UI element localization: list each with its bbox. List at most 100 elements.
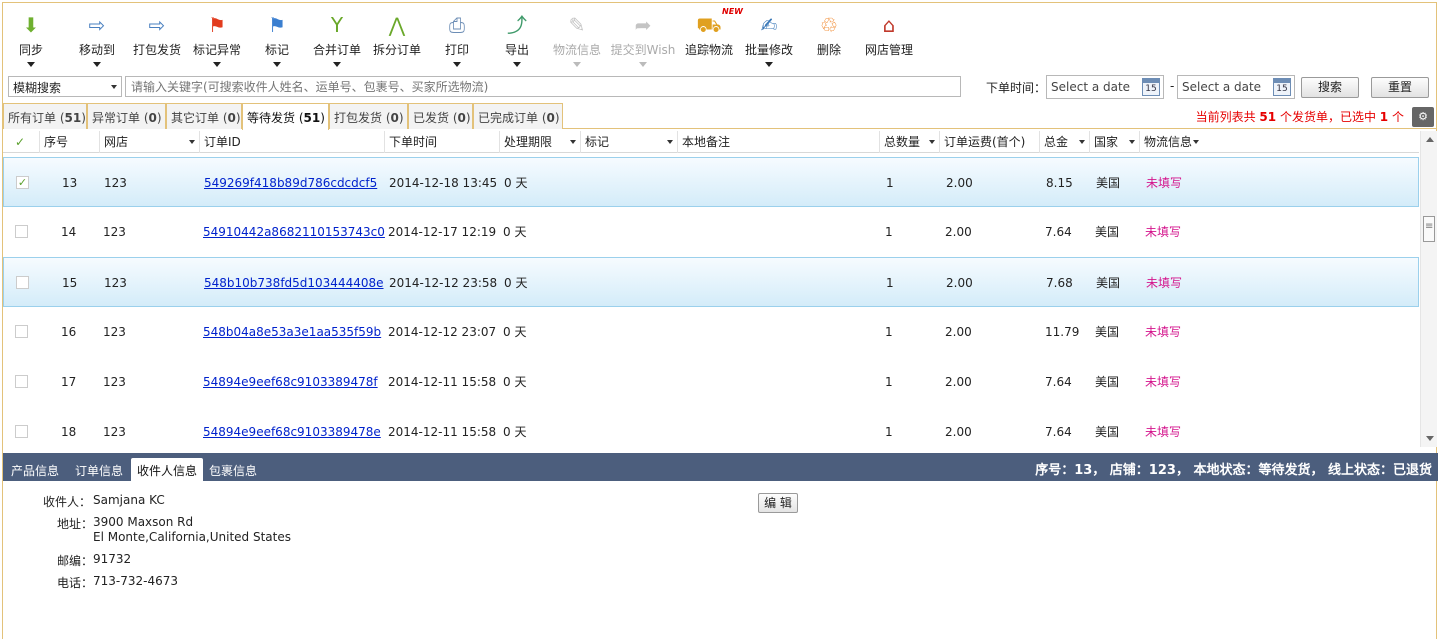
detail-tab-3[interactable]: 收件人信息	[131, 458, 204, 481]
toolbar-button-10[interactable]: ✎ 物流信息	[547, 3, 607, 71]
order-id-link[interactable]: 548b10b738fd5d103444408e	[204, 258, 384, 308]
column-header[interactable]: 国家	[1089, 131, 1139, 153]
cell-shipping: 2.00	[945, 225, 972, 239]
toolbar-button-13[interactable]: ✍ 批量修改	[739, 3, 799, 71]
toolbar-button-8[interactable]: ⎙ 打印	[427, 3, 487, 71]
toolbar-button-7[interactable]: ⋀ 拆分订单	[367, 3, 427, 71]
row-checkbox[interactable]	[15, 225, 28, 238]
order-id-link[interactable]: 54894e9eef68c9103389478e	[203, 407, 381, 447]
table-row[interactable]: 17 123 54894e9eef68c9103389478f 2014-12-11 …	[3, 357, 1419, 407]
cell-no: 16	[61, 325, 77, 339]
toolbar-button-3[interactable]: ⇨ 打包发货	[127, 3, 187, 71]
toolbar-button-label: 导出	[504, 43, 529, 57]
dropdown-arrow-icon	[513, 62, 521, 67]
tab-7[interactable]: 已完成订单 (0)	[473, 103, 563, 129]
order-id-link[interactable]: 548b04a8e53a3e1aa535f59b	[203, 307, 381, 357]
column-header[interactable]: 标记	[580, 131, 677, 153]
search-button[interactable]: 搜索	[1301, 77, 1359, 98]
tab-6[interactable]: 已发货 (0)	[408, 103, 473, 129]
address-line1: 3900 Maxson Rd	[93, 515, 194, 529]
logistics-status: 未填写	[1145, 375, 1182, 389]
toolbar-button-14[interactable]: ♲ 删除	[799, 3, 859, 71]
split-icon: ⋀	[388, 13, 406, 37]
sort-dropdown-icon[interactable]	[929, 140, 935, 144]
tab-label: 打包发货 (	[334, 111, 391, 125]
tab-3[interactable]: 其它订单 (0)	[166, 103, 242, 129]
calendar-icon[interactable]: 15	[1273, 78, 1291, 96]
table-row[interactable]: 15 123 548b10b738fd5d103444408e 2014-12-12 …	[3, 257, 1419, 307]
column-header-label: 下单时间	[389, 135, 438, 149]
scroll-down-icon[interactable]	[1426, 436, 1434, 441]
toolbar-button-5[interactable]: ⚑ 标记	[247, 3, 307, 71]
column-header[interactable]: 网店	[99, 131, 199, 153]
grid-scrollbar[interactable]	[1420, 131, 1437, 447]
toolbar-button-9[interactable]: ⤴ 导出	[487, 3, 547, 71]
column-header[interactable]: 总数量	[879, 131, 939, 153]
logistics-status: 未填写	[1146, 176, 1183, 190]
toolbar-button-label: 物流信息	[552, 43, 601, 57]
sort-dropdown-icon[interactable]	[667, 140, 673, 144]
column-header[interactable]: 订单运费(首个)	[939, 131, 1039, 153]
toolbar-button-label: 同步	[18, 43, 43, 57]
toolbar-button-4[interactable]: ⚑ 标记异常	[187, 3, 247, 71]
calendar-icon[interactable]: 15	[1142, 78, 1160, 96]
search-mode-select[interactable]: 模糊搜索	[8, 76, 122, 97]
toolbar-button-11[interactable]: ➦ 提交到Wish	[611, 3, 675, 71]
toolbar-button-6[interactable]: Y 合并订单	[307, 3, 367, 71]
date-to-input[interactable]: Select a date 15	[1177, 75, 1295, 99]
tab-1[interactable]: 所有订单 (51)	[3, 103, 87, 129]
reset-button[interactable]: 重置	[1371, 77, 1429, 98]
tab-2[interactable]: 异常订单 (0)	[87, 103, 166, 129]
app-frame: ⬇ 同步 ⇨ 移动到 ⇨ 打包发货 ⚑ 标记异常 ⚑ 标记 Y 合并订单 ⋀ 拆分订单 ⎙ 打印 ⤴ 导出 ✎ 物流信…	[1, 2, 1438, 639]
sort-dropdown-icon[interactable]	[570, 140, 576, 144]
order-id-link[interactable]: 54894e9eef68c9103389478f	[203, 357, 378, 407]
row-checkbox[interactable]	[16, 276, 29, 289]
column-header-label: 物流信息	[1144, 135, 1193, 149]
scroll-thumb[interactable]	[1423, 216, 1435, 242]
phone-value: 713-732-4673	[93, 574, 179, 588]
cell-total: 7.64	[1045, 375, 1072, 389]
row-checkbox[interactable]	[15, 425, 28, 438]
tab-count: 0	[546, 111, 555, 125]
toolbar-button-2[interactable]: ⇨ 移动到	[67, 3, 127, 71]
detail-tab-2[interactable]: 订单信息	[69, 458, 129, 481]
dropdown-arrow-icon	[213, 62, 221, 67]
table-row[interactable]: ✓ 13 123 549269f418b89d786cdcdcf5 2014-12-18…	[3, 157, 1419, 207]
column-header[interactable]: 物流信息	[1139, 131, 1203, 153]
table-row[interactable]: 18 123 54894e9eef68c9103389478e 2014-12-11 …	[3, 407, 1419, 447]
keyword-search-input[interactable]	[125, 76, 961, 97]
date-from-input[interactable]: Select a date 15	[1046, 75, 1164, 99]
edit-recipient-button[interactable]: 编 辑	[758, 493, 798, 513]
toolbar-button-12[interactable]: ⛟ NEW 追踪物流	[679, 3, 743, 71]
column-settings-icon[interactable]: ⚙	[1412, 107, 1434, 127]
tab-5[interactable]: 打包发货 (0)	[329, 103, 408, 129]
table-row[interactable]: 14 123 54910442a8682110153743c0 2014-12-17 …	[3, 207, 1419, 257]
row-checkbox[interactable]: ✓	[16, 176, 29, 189]
cell-shop: 123	[103, 425, 126, 439]
column-header[interactable]: 序号	[39, 131, 99, 153]
merge-icon: Y	[330, 13, 344, 37]
row-checkbox[interactable]	[15, 375, 28, 388]
detail-tab-1[interactable]: 产品信息	[5, 458, 65, 481]
scroll-up-icon[interactable]	[1426, 137, 1434, 142]
column-header[interactable]: 订单ID	[199, 131, 384, 153]
tab-label: 已发货 (	[413, 111, 458, 125]
order-id-link[interactable]: 54910442a8682110153743c0	[203, 207, 385, 257]
column-header[interactable]: 处理期限	[499, 131, 580, 153]
sort-dropdown-icon[interactable]	[1079, 140, 1085, 144]
order-id-link[interactable]: 549269f418b89d786cdcdcf5	[204, 158, 377, 208]
tab-4[interactable]: 等待发货 (51)	[242, 103, 329, 130]
address-line2: El Monte,California,United States	[93, 530, 291, 544]
toolbar-button-1[interactable]: ⬇ 同步	[1, 3, 61, 71]
column-header[interactable]: 总金	[1039, 131, 1089, 153]
sort-dropdown-icon[interactable]	[1129, 140, 1135, 144]
sort-dropdown-icon[interactable]	[1193, 140, 1199, 144]
row-checkbox[interactable]	[15, 325, 28, 338]
toolbar-button-15[interactable]: ⌂ 网店管理	[859, 3, 919, 71]
select-all-checkbox[interactable]: ✓	[3, 131, 39, 153]
table-row[interactable]: 16 123 548b04a8e53a3e1aa535f59b 2014-12-12 …	[3, 307, 1419, 357]
detail-tab-4[interactable]: 包裹信息	[203, 458, 263, 481]
column-header[interactable]: 下单时间	[384, 131, 499, 153]
column-header[interactable]: 本地备注	[677, 131, 879, 153]
sort-dropdown-icon[interactable]	[189, 140, 195, 144]
